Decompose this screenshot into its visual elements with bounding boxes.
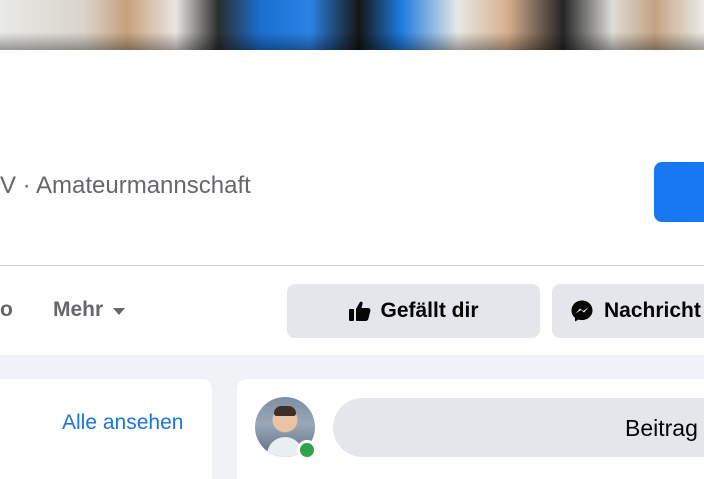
- like-button-label: Gefällt dir: [380, 299, 479, 322]
- cover-photo[interactable]: [0, 0, 704, 50]
- messenger-icon: [570, 299, 594, 323]
- caret-down-icon: [113, 307, 126, 315]
- see-all-link[interactable]: Alle ansehen: [62, 410, 183, 436]
- online-status-dot: [297, 440, 317, 460]
- cover-photo-shade: [0, 32, 704, 50]
- message-button[interactable]: Nachricht: [552, 284, 704, 338]
- post-composer-placeholder: Beitrag: [625, 415, 698, 441]
- primary-action-button[interactable]: [654, 162, 704, 222]
- avatar-hair: [274, 406, 296, 416]
- tab-previous[interactable]: o: [0, 298, 13, 322]
- header-divider: [0, 265, 704, 266]
- thumbs-up-icon: [348, 299, 372, 323]
- page-category: V · Amateurmannschaft: [0, 172, 251, 199]
- message-button-label: Nachricht: [604, 299, 701, 322]
- tab-more[interactable]: Mehr: [53, 298, 126, 322]
- like-button[interactable]: Gefällt dir: [287, 284, 540, 338]
- tab-more-label: Mehr: [53, 298, 104, 321]
